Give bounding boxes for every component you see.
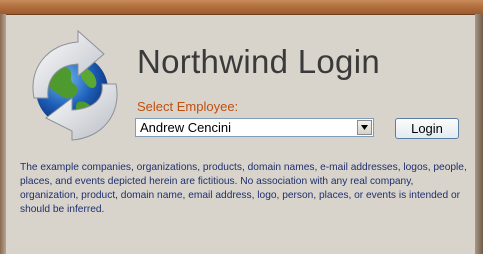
chevron-down-icon bbox=[361, 125, 368, 130]
login-form: Northwind Login Select Employee: Andrew … bbox=[6, 15, 475, 254]
window-title-bar[interactable] bbox=[0, 0, 483, 15]
page-title: Northwind Login bbox=[137, 43, 380, 80]
select-employee-label: Select Employee: bbox=[137, 99, 239, 114]
window-frame-right bbox=[475, 14, 483, 254]
login-button[interactable]: Login bbox=[395, 118, 459, 139]
globe-with-arrows-icon bbox=[32, 29, 118, 141]
employee-dropdown[interactable]: Andrew Cencini bbox=[135, 118, 374, 137]
dropdown-button[interactable] bbox=[357, 120, 372, 135]
disclaimer-text: The example companies, organizations, pr… bbox=[20, 162, 467, 215]
employee-dropdown-value: Andrew Cencini bbox=[140, 120, 232, 135]
